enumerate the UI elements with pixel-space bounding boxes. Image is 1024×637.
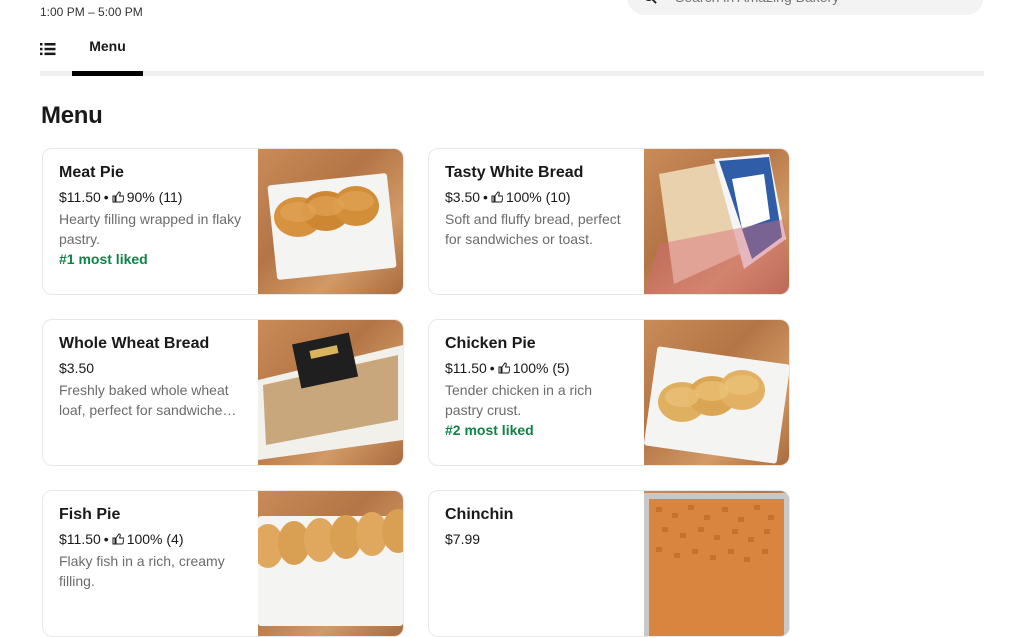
item-photo (258, 149, 403, 294)
item-rating: 100% (4) (126, 531, 184, 547)
item-meta: $11.50 • 100% (5) (445, 360, 628, 376)
item-meta: $3.50 (59, 360, 242, 376)
item-photo (258, 320, 403, 465)
menu-grid: Meat Pie $11.50 • 90% (11) Hearty fillin… (42, 148, 790, 637)
item-price: $3.50 (445, 189, 481, 205)
thumbs-up-icon (491, 191, 503, 203)
list-icon[interactable] (40, 42, 56, 56)
menu-item-card[interactable]: Fish Pie $11.50 • 100% (4) Flaky fish in… (42, 490, 404, 637)
meta-separator: • (103, 531, 109, 547)
item-rating: 100% (10) (505, 189, 571, 205)
item-name: Tasty White Bread (445, 164, 584, 181)
item-rating: 90% (11) (126, 189, 183, 205)
search-bar[interactable] (627, 0, 984, 15)
item-description: Flaky fish in a rich, creamy filling. (59, 553, 225, 589)
tab-menu-label: Menu (89, 38, 126, 54)
item-name: Whole Wheat Bread (59, 335, 210, 352)
most-liked-badge: #2 most liked (445, 422, 534, 438)
item-meta: $3.50 • 100% (10) (445, 189, 628, 205)
item-description: Hearty filling wrapped in flaky pastry. (59, 211, 242, 247)
item-meta: $11.50 • 100% (4) (59, 531, 242, 547)
item-description: Tender chicken in a rich pastry crust. (445, 382, 593, 418)
item-meta: $11.50 • 90% (11) (59, 189, 242, 205)
thumbs-up-icon (498, 362, 510, 374)
most-liked-badge: #1 most liked (59, 251, 148, 267)
menu-item-card[interactable]: Whole Wheat Bread $3.50 Freshly baked wh… (42, 319, 404, 466)
item-name: Fish Pie (59, 506, 121, 523)
menu-item-card[interactable]: Tasty White Bread $3.50 • 100% (10) Soft… (428, 148, 790, 295)
meta-separator: • (489, 360, 495, 376)
search-input[interactable] (675, 0, 955, 15)
tab-bar-track (40, 71, 984, 76)
search-icon (646, 0, 657, 4)
item-photo (258, 491, 403, 636)
item-price: $11.50 (445, 360, 487, 376)
item-price: $11.50 (59, 531, 101, 547)
item-name: Meat Pie (59, 164, 124, 181)
item-description: Freshly baked whole wheat loaf, perfect … (59, 382, 230, 418)
meta-separator: • (483, 189, 488, 205)
thumbs-up-icon (112, 533, 124, 545)
item-description: Soft and fluffy bread, perfect for sandw… (445, 211, 621, 247)
meta-separator: • (103, 189, 109, 205)
item-price: $11.50 (59, 189, 101, 205)
menu-item-card[interactable]: Chinchin $7.99 (428, 490, 790, 637)
item-name: Chinchin (445, 506, 514, 523)
section-title: Menu (41, 102, 103, 129)
item-meta: $7.99 (445, 531, 628, 547)
item-photo (644, 320, 789, 465)
item-photo (644, 491, 789, 636)
item-price: $3.50 (59, 360, 95, 376)
tab-menu[interactable]: Menu (72, 38, 143, 76)
item-price: $7.99 (445, 531, 481, 547)
item-photo (644, 149, 789, 294)
item-rating: 100% (5) (512, 360, 570, 376)
menu-item-card[interactable]: Meat Pie $11.50 • 90% (11) Hearty fillin… (42, 148, 404, 295)
item-name: Chicken Pie (445, 335, 536, 352)
thumbs-up-icon (112, 191, 124, 203)
menu-item-card[interactable]: Chicken Pie $11.50 • 100% (5) Tender chi… (428, 319, 790, 466)
store-hours: 1:00 PM – 5:00 PM (40, 5, 143, 19)
